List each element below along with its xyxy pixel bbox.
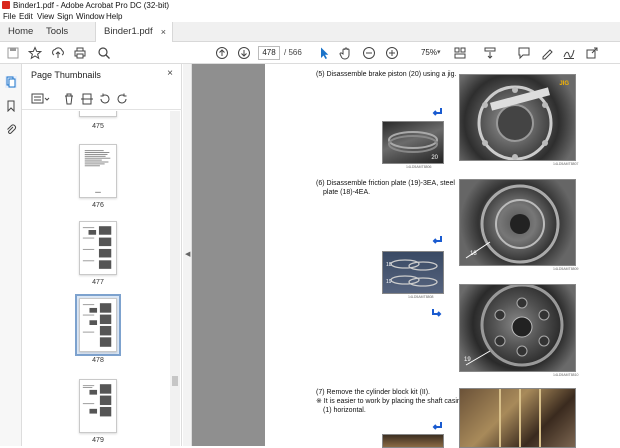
panel-title: Page Thumbnails (31, 70, 101, 80)
zoom-dropdown-icon[interactable]: ▾ (437, 46, 441, 60)
photo-label-18a: 18 (386, 262, 392, 268)
tab-document-label: Binder1.pdf (104, 26, 153, 37)
page-number-input[interactable]: 478 (258, 46, 280, 60)
sign-icon[interactable] (561, 45, 577, 61)
main-toolbar: 478 / 566 75% ▾ (0, 42, 620, 64)
thumbnail-page-479[interactable] (79, 379, 117, 433)
photo-jig-disassembly: JIG (459, 74, 576, 161)
page-display-icon[interactable] (452, 45, 468, 61)
zoom-level-input[interactable]: 75% (409, 46, 437, 60)
step-arrow-icon (432, 422, 442, 430)
step-7-text-line1: (7) Remove the cylinder block kit (II). (316, 389, 430, 396)
photo-label-19b: 19 (464, 357, 471, 363)
pdf-page: (5) Disassemble brake piston (20) using … (265, 64, 620, 448)
print-icon[interactable] (72, 45, 88, 61)
collapse-arrow-icon: ◀ (185, 251, 191, 258)
photo-label-19a: 19 (386, 279, 392, 285)
step-5-text: (5) Disassemble brake piston (20) using … (316, 71, 457, 78)
page-thumbnails-icon[interactable] (5, 76, 17, 88)
caption-2: 14LD5AMT8807 (553, 162, 579, 166)
next-page-icon[interactable] (236, 45, 252, 61)
tab-document[interactable]: Binder1.pdf × (95, 22, 173, 43)
share-icon[interactable] (584, 45, 600, 61)
step-6-text-line2: plate (18)-4EA. (323, 189, 371, 196)
menu-view[interactable]: View (37, 11, 54, 22)
step-6-text-line1: (6) Disassemble friction plate (19)-3EA,… (316, 180, 455, 187)
acrobat-logo-icon (2, 1, 10, 9)
rotate-counterclockwise-icon[interactable] (98, 92, 112, 106)
thumbnail-page-477[interactable] (79, 221, 117, 275)
menu-help[interactable]: Help (106, 11, 122, 22)
page-total: / 566 (284, 48, 302, 57)
thumbnail-label-478: 478 (92, 357, 104, 364)
panel-toolbar (22, 88, 182, 110)
photo-label-18b: 18 (470, 251, 477, 257)
attachments-icon[interactable] (5, 124, 17, 136)
caption-5: 14LD5AMT8810 (553, 373, 579, 377)
thumbnail-scrollbar[interactable] (170, 111, 180, 446)
thumbnail-label-476: 476 (92, 202, 104, 209)
previous-page-icon[interactable] (214, 45, 230, 61)
title-bar: Binder1.pdf - Adobe Acrobat Pro DC (32-b… (0, 0, 620, 11)
options-menu-icon[interactable] (31, 92, 51, 106)
window-title: Binder1.pdf - Adobe Acrobat Pro DC (32-b… (13, 1, 170, 10)
step-arrow-icon (432, 309, 442, 317)
document-canvas: (5) Disassemble brake piston (20) using … (192, 64, 620, 448)
menu-sign[interactable]: Sign (57, 11, 73, 22)
insert-page-icon[interactable] (80, 92, 94, 106)
tab-close-icon[interactable]: × (161, 22, 166, 42)
photo-steel-plate: 19 (459, 284, 576, 372)
zoom-in-icon[interactable] (384, 45, 400, 61)
menu-window[interactable]: Window (76, 11, 104, 22)
step-arrow-icon (432, 236, 442, 244)
thumbnail-page-478[interactable] (79, 298, 117, 352)
tab-tools[interactable]: Tools (38, 22, 82, 42)
highlight-pen-icon[interactable] (539, 45, 555, 61)
photo-friction-plate: 18 (459, 179, 576, 266)
step-7-text-line3: (1) horizontal. (323, 407, 366, 414)
tab-home[interactable]: Home (0, 22, 38, 42)
caption-3: 14LD5AMT8808 (408, 295, 434, 299)
caption-4: 14LD5AMT8809 (553, 267, 579, 271)
thumbnail-page-476[interactable] (79, 144, 117, 198)
left-navigation-rail (0, 64, 22, 446)
thumbnail-label-475: 475 (92, 123, 104, 130)
caption-1: 14LD5AMT8806 (406, 165, 432, 169)
menu-bar: File Edit View Sign Window Help (0, 11, 620, 22)
panel-close-icon[interactable]: × (167, 68, 173, 79)
panel-collapse-handle[interactable]: ◀ (183, 64, 192, 446)
comment-icon[interactable] (516, 45, 532, 61)
search-icon[interactable] (96, 45, 112, 61)
rotate-clockwise-icon[interactable] (115, 92, 129, 106)
hand-tool-icon[interactable] (338, 45, 354, 61)
thumbnail-label-479: 479 (92, 437, 104, 444)
page-thumbnails-panel: Page Thumbnails × 475 476 477 478 479 (22, 64, 182, 446)
bookmarks-icon[interactable] (5, 100, 17, 113)
thumbnail-label-477: 477 (92, 279, 104, 286)
photo-plates: 18 19 (382, 251, 444, 294)
zoom-out-icon[interactable] (361, 45, 377, 61)
photo-label-20: 20 (431, 155, 438, 161)
thumbnail-page-475[interactable] (79, 111, 117, 117)
photo-cylinder-block (459, 388, 576, 448)
thumbnail-scrollbar-thumb[interactable] (172, 376, 178, 386)
save-icon[interactable] (5, 45, 21, 61)
scroll-mode-icon[interactable] (482, 45, 498, 61)
delete-page-icon[interactable] (62, 92, 76, 106)
step-arrow-icon (432, 108, 442, 116)
thumbnail-list: 475 476 477 478 479 (22, 111, 174, 446)
tab-bar: Home Tools Binder1.pdf × (0, 22, 620, 43)
step-7-text-line2: ※ It is easier to work by placing the sh… (316, 398, 465, 405)
upload-icon[interactable] (50, 45, 66, 61)
menu-file[interactable]: File (3, 11, 16, 22)
photo-brake-piston-small: 20 (382, 121, 444, 164)
photo-label-jig: JIG (559, 81, 569, 87)
select-cursor-icon[interactable] (316, 45, 332, 61)
bookmark-star-icon[interactable] (27, 45, 43, 61)
menu-edit[interactable]: Edit (19, 11, 33, 22)
